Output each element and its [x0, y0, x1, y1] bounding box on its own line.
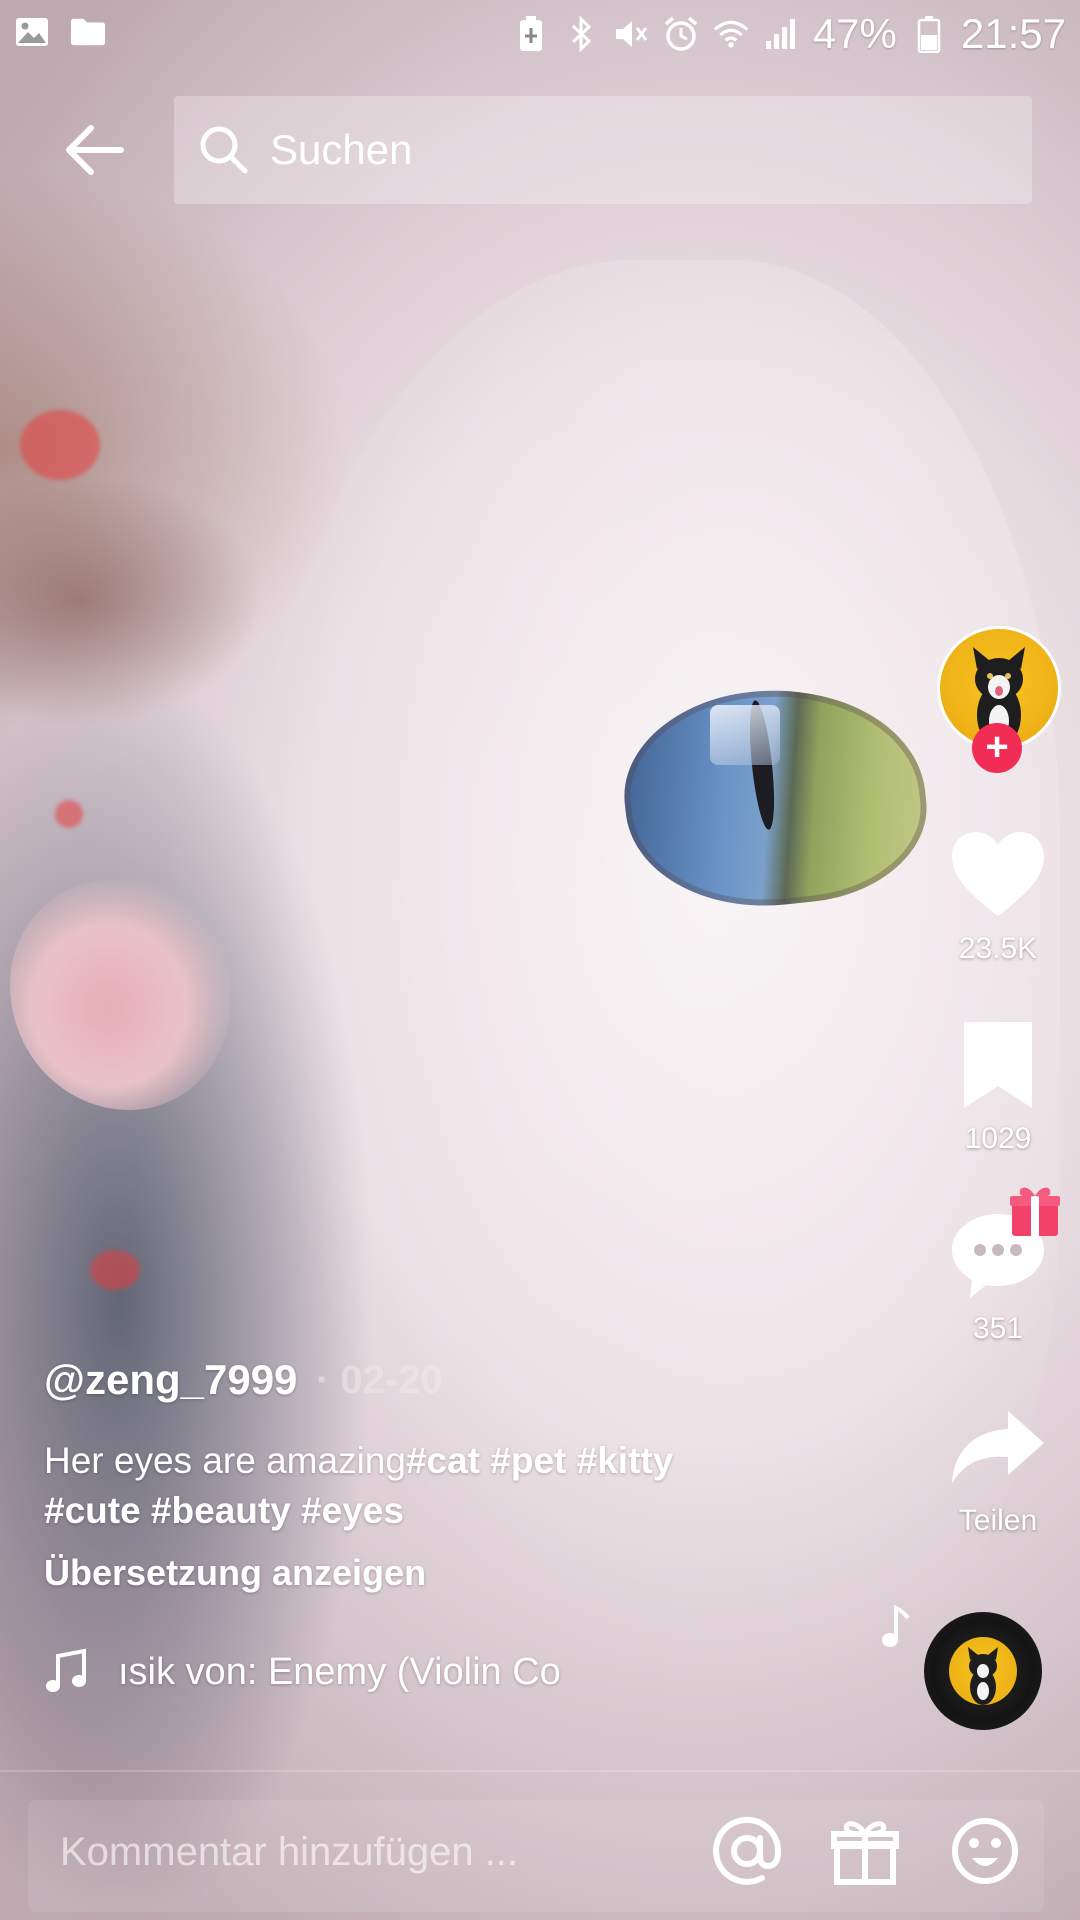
bokeh-light: [90, 1250, 140, 1290]
caption-text: Her eyes are amazing: [44, 1440, 406, 1481]
cat-avatar-icon: [968, 1647, 998, 1705]
at-sign-icon: [713, 1816, 782, 1885]
heart-icon: [952, 832, 1044, 916]
music-title: ısik von: Enemy (Violin Co: [118, 1650, 561, 1693]
bluetooth-icon: [563, 16, 599, 52]
back-button[interactable]: [50, 110, 140, 190]
creator-username[interactable]: @zeng_7999: [44, 1356, 297, 1404]
post-date: · 02-20: [316, 1358, 443, 1402]
smiley-icon: [952, 1818, 1018, 1884]
comment-count: 351: [972, 1312, 1024, 1345]
battery-saver-icon: [513, 16, 549, 52]
save-count: 1029: [964, 1122, 1032, 1155]
emoji-button[interactable]: [942, 1808, 1028, 1894]
gift-icon: [831, 1821, 899, 1885]
search-label: Suchen: [270, 126, 413, 173]
mute-icon: [613, 16, 649, 52]
caption-hashtags[interactable]: #cute #beauty #eyes: [44, 1490, 404, 1531]
status-bar: 47% 21:57: [0, 0, 1080, 70]
follow-button[interactable]: +: [972, 723, 1022, 773]
share-button[interactable]: Teilen: [928, 1392, 1068, 1538]
music-disc[interactable]: [924, 1612, 1042, 1730]
show-translation-link[interactable]: Übersetzung anzeigen: [44, 1552, 426, 1594]
share-arrow-icon: [952, 1411, 1044, 1483]
video-frame[interactable]: [0, 0, 1080, 1920]
bokeh-light: [20, 410, 100, 480]
mention-button[interactable]: [704, 1808, 790, 1894]
signal-icon: [763, 16, 799, 52]
gift-badge-icon: [1008, 1182, 1062, 1238]
post-caption: Her eyes are amazing#cat #pet #kitty #cu…: [44, 1436, 764, 1536]
clock: 21:57: [960, 10, 1066, 57]
bokeh-light: [55, 800, 83, 828]
battery-icon: [911, 16, 947, 53]
search-icon: [200, 126, 248, 174]
gift-button[interactable]: [822, 1808, 908, 1894]
search-input[interactable]: Suchen: [174, 96, 1032, 204]
alarm-icon: [663, 16, 699, 52]
music-note-icon: [46, 1648, 86, 1692]
music-info[interactable]: ısik von: Enemy (Violin Co: [44, 1648, 578, 1696]
comment-input[interactable]: Kommentar hinzufügen ...: [60, 1830, 518, 1875]
arrow-left-icon: [66, 125, 124, 175]
cat-nose: [10, 880, 230, 1110]
tiktok-video-screen: 47% 21:57 Suchen + 23.5K 1029 351 Teilen…: [0, 0, 1080, 1920]
gallery-icon: [14, 14, 50, 50]
floating-note-icon: [882, 1604, 910, 1647]
like-count: 23.5K: [958, 932, 1038, 965]
share-label: Teilen: [958, 1504, 1038, 1537]
wifi-icon: [713, 16, 749, 52]
caption-hashtags[interactable]: #cat #pet #kitty: [406, 1440, 673, 1481]
like-button[interactable]: 23.5K: [928, 820, 1068, 966]
battery-percent: 47%: [812, 10, 897, 57]
bookmark-icon: [964, 1022, 1032, 1108]
folder-icon: [70, 14, 106, 50]
cat-eye-glint: [710, 705, 780, 765]
divider: [0, 1770, 1080, 1772]
save-button[interactable]: 1029: [928, 1010, 1068, 1156]
